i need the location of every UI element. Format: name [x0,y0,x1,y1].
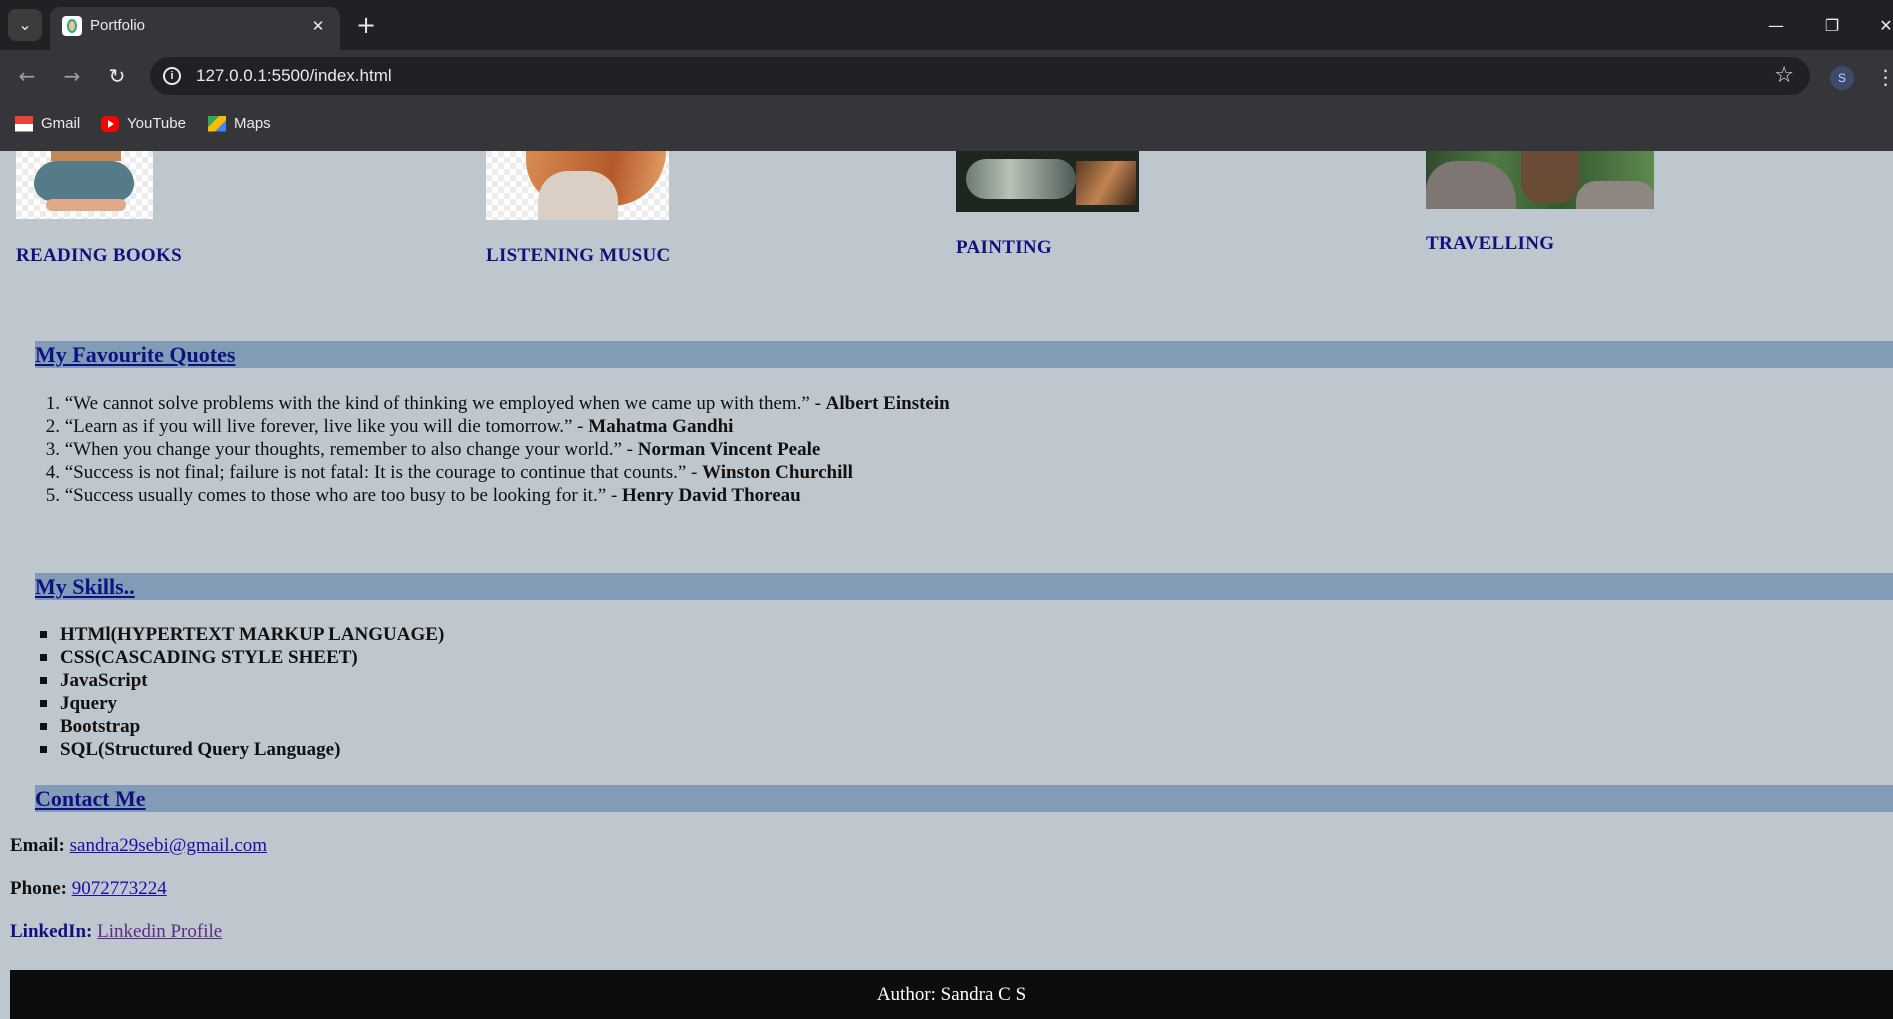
youtube-icon [101,115,119,132]
profile-avatar[interactable]: S [1830,66,1854,90]
skill-item: HTMl(HYPERTEXT MARKUP LANGUAGE) [40,623,444,646]
reading-books-image [16,151,153,219]
restore-button[interactable]: ❐ [1812,10,1852,40]
bookmark-label: Gmail [41,115,81,132]
bookmark-star-icon[interactable]: ☆ [1774,63,1794,88]
skill-label: HTMl(HYPERTEXT MARKUP LANGUAGE) [60,624,445,645]
quote-number: 2. [45,416,60,437]
tab-title: Portfolio [90,17,146,34]
browser-tab[interactable]: Portfolio ✕ [50,7,340,50]
quote-text: “When you change your thoughts, remember… [64,439,638,460]
quote-author: Albert Einstein [825,393,950,414]
browser-tab-bar: ⌄ Portfolio ✕ + — ❐ ✕ [0,0,1893,50]
email-label: Email: [10,835,65,856]
close-window-button[interactable]: ✕ [1866,10,1893,40]
skill-label: CSS(CASCADING STYLE SHEET) [60,647,358,668]
quote-author: Mahatma Gandhi [588,416,734,437]
travelling-image [1426,151,1654,209]
chevron-down-icon: ⌄ [18,17,32,34]
quote-item: 4. “Success is not final; failure is not… [40,461,950,484]
square-bullet-icon [40,631,47,638]
quote-number: 1. [45,393,60,414]
skill-item: SQL(Structured Query Language) [40,738,444,761]
contact-phone-row: Phone: 9072773224 [10,878,167,900]
quote-item: 2. “Learn as if you will live forever, l… [40,415,950,438]
quote-item: 3. “When you change your thoughts, remem… [40,438,950,461]
quote-text: “Success is not final; failure is not fa… [64,462,703,483]
new-tab-button[interactable]: + [352,11,380,39]
square-bullet-icon [40,700,47,707]
phone-link[interactable]: 9072773224 [72,878,167,899]
quote-text: “We cannot solve problems with the kind … [64,393,826,414]
reload-icon[interactable]: ↻ [100,59,134,93]
url-text[interactable]: 127.0.0.1:5500/index.html [196,66,392,86]
quotes-heading[interactable]: My Favourite Quotes [35,342,235,368]
bookmark-youtube[interactable]: YouTube [101,115,186,132]
listening-music-image [486,151,669,220]
skills-list: HTMl(HYPERTEXT MARKUP LANGUAGE) CSS(CASC… [40,623,444,761]
close-tab-icon[interactable]: ✕ [308,16,328,36]
skill-label: SQL(Structured Query Language) [60,739,341,760]
quote-number: 4. [45,462,60,483]
site-info-icon[interactable]: i [163,67,181,85]
quote-text: “Learn as if you will live forever, live… [64,416,589,437]
tab-search-button[interactable]: ⌄ [8,9,42,41]
browser-menu-icon[interactable]: ⋮ [1876,62,1893,92]
forward-arrow-icon[interactable]: → [55,59,89,93]
quotes-list: 1. “We cannot solve problems with the ki… [40,392,950,507]
skill-label: Bootstrap [60,716,141,737]
quote-item: 5. “Success usually comes to those who a… [40,484,950,507]
painting-image [956,151,1139,212]
email-link[interactable]: sandra29sebi@gmail.com [70,835,267,856]
quotes-heading-bar: My Favourite Quotes [35,341,1893,368]
skills-heading[interactable]: My Skills.. [35,574,135,600]
skills-heading-bar: My Skills.. [35,573,1893,600]
contact-heading[interactable]: Contact Me [35,786,146,812]
contact-linkedin-row: LinkedIn: Linkedin Profile [10,921,222,943]
minimize-button[interactable]: — [1756,10,1796,40]
footer-author: Author: Sandra C S [876,984,1027,1005]
contact-heading-bar: Contact Me [35,785,1893,812]
browser-toolbar: ← → ↻ i 127.0.0.1:5500/index.html ☆ S ⋮ [0,50,1893,101]
square-bullet-icon [40,746,47,753]
back-arrow-icon[interactable]: ← [10,59,44,93]
phone-label: Phone: [10,878,67,899]
quote-text: “Success usually comes to those who are … [64,485,622,506]
gmail-icon [15,115,33,132]
square-bullet-icon [40,654,47,661]
square-bullet-icon [40,677,47,684]
skill-item: CSS(CASCADING STYLE SHEET) [40,646,444,669]
quote-author: Henry David Thoreau [621,485,801,506]
hobby-label: TRAVELLING [1426,233,1555,254]
hobby-label: READING BOOKS [16,245,182,266]
page-footer: Author: Sandra C S [10,970,1893,1019]
skill-item: Bootstrap [40,715,444,738]
hobby-label: LISTENING MUSUC [486,245,671,266]
linkedin-link[interactable]: Linkedin Profile [97,921,222,942]
bookmark-label: YouTube [127,115,186,132]
skill-item: JavaScript [40,669,444,692]
bookmark-gmail[interactable]: Gmail [15,115,80,132]
quote-item: 1. “We cannot solve problems with the ki… [40,392,950,415]
address-bar[interactable]: i 127.0.0.1:5500/index.html ☆ [150,57,1810,95]
contact-email-row: Email: sandra29sebi@gmail.com [10,835,267,857]
favicon-icon [62,16,82,36]
square-bullet-icon [40,723,47,730]
hobby-label: PAINTING [956,237,1052,258]
bookmark-label: Maps [234,115,271,132]
quote-author: Norman Vincent Peale [637,439,821,460]
skill-label: JavaScript [60,670,148,691]
quote-number: 3. [45,439,60,460]
skill-label: Jquery [60,693,117,714]
skill-item: Jquery [40,692,444,715]
quote-author: Winston Churchill [702,462,853,483]
bookmarks-bar: Gmail YouTube Maps [0,101,1893,151]
maps-icon [208,115,226,132]
bookmark-maps[interactable]: Maps [208,115,271,132]
linkedin-label: LinkedIn: [10,921,93,942]
quote-number: 5. [45,485,60,506]
